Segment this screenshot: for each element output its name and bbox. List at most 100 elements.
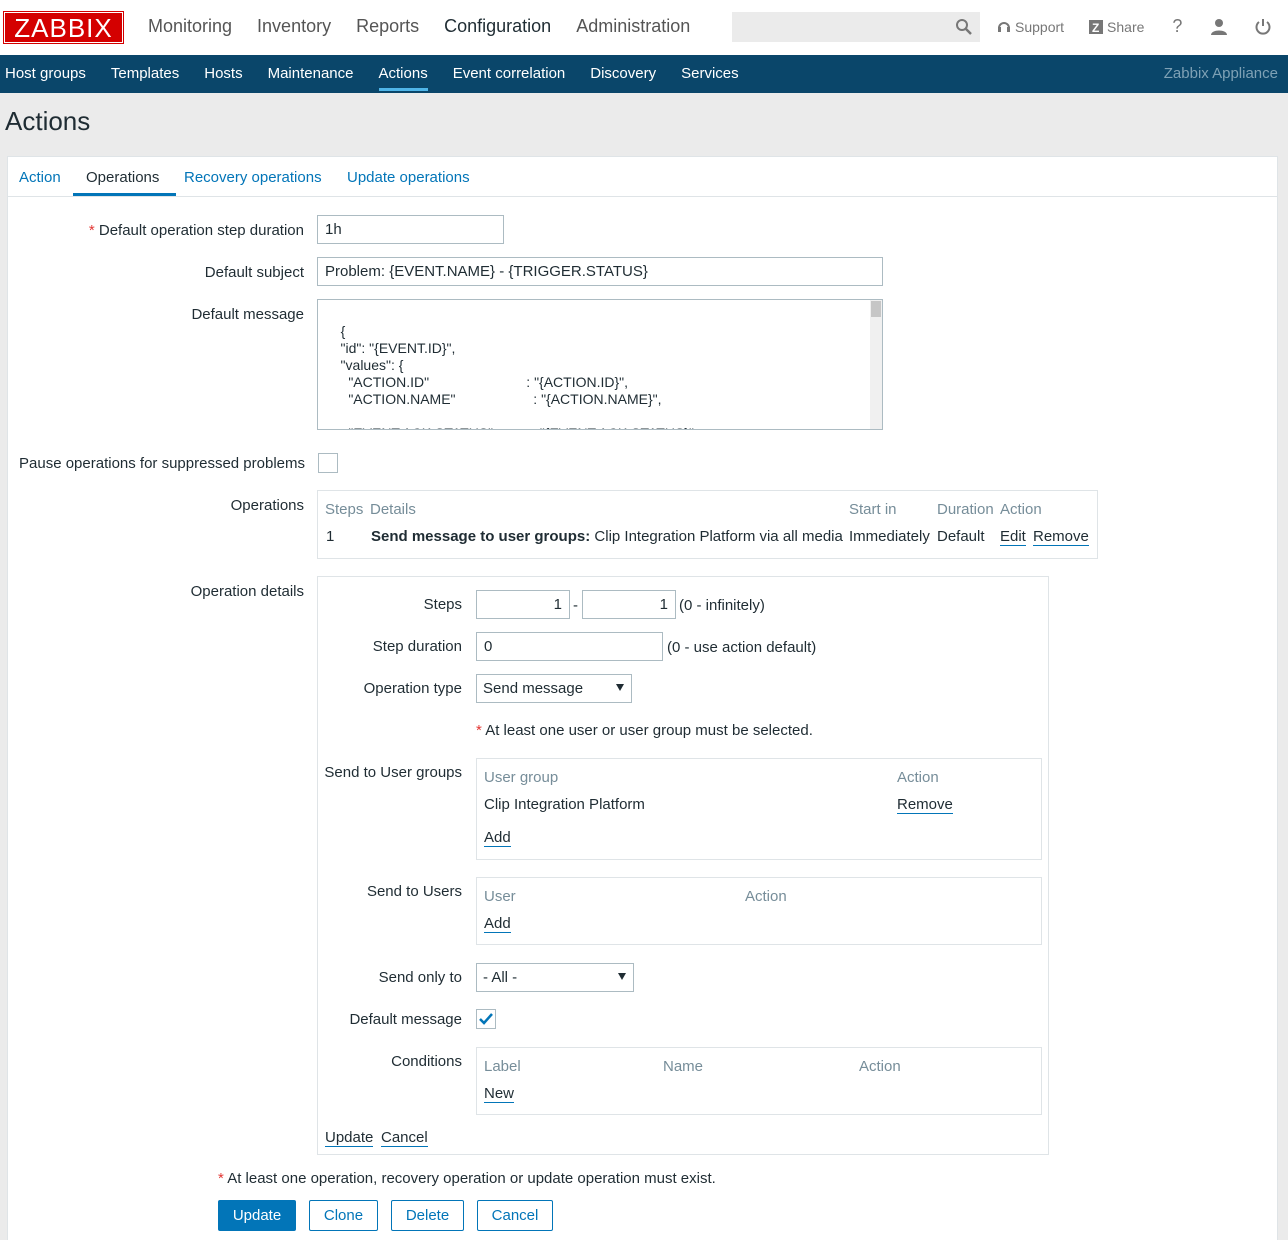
- svg-text:Z: Z: [1092, 21, 1099, 35]
- tab-recovery-operations[interactable]: Recovery operations: [184, 169, 322, 186]
- default-subject-label: Default subject: [204, 264, 304, 281]
- step-duration-label-detail: Step duration: [372, 638, 462, 655]
- support-link[interactable]: Support: [996, 19, 1064, 35]
- operations-label: Operations: [230, 497, 304, 514]
- column-label: Label: [484, 1058, 521, 1075]
- subnav-actions[interactable]: Actions: [378, 65, 428, 91]
- menu-administration[interactable]: Administration: [576, 16, 690, 37]
- user-group-name: Clip Integration Platform: [484, 796, 645, 813]
- user-profile-icon[interactable]: [1210, 18, 1228, 36]
- operation-required-warning: * At least one operation, recovery opera…: [218, 1170, 716, 1187]
- column-user-action: Action: [745, 888, 787, 905]
- dropdown-arrow-icon: [616, 684, 624, 691]
- power-icon[interactable]: [1254, 18, 1272, 36]
- update-operation-link[interactable]: Update: [325, 1129, 374, 1147]
- send-only-to-select[interactable]: - All -: [476, 963, 634, 992]
- column-user: User: [484, 888, 516, 905]
- remove-user-group-link[interactable]: Remove: [897, 796, 953, 814]
- steps-hint: (0 - infinitely): [679, 597, 765, 614]
- appliance-label: Zabbix Appliance: [1163, 65, 1278, 82]
- default-step-duration-input[interactable]: 1h: [317, 215, 504, 244]
- steps-to-input[interactable]: 1: [582, 590, 676, 619]
- send-to-users-label: Send to Users: [366, 883, 462, 900]
- help-icon[interactable]: ?: [1172, 16, 1182, 37]
- subnav-event-correlation[interactable]: Event correlation: [453, 65, 566, 91]
- pause-suppressed-label: Pause operations for suppressed problems: [19, 455, 305, 472]
- top-icons: Support Z Share ?: [996, 16, 1272, 37]
- menu-inventory[interactable]: Inventory: [257, 16, 331, 37]
- column-steps: Steps: [325, 501, 364, 518]
- operation-start-in: Immediately: [849, 528, 930, 545]
- send-to-user-groups-label: Send to User groups: [324, 764, 462, 781]
- steps-label: Steps: [423, 596, 462, 613]
- required-marker: *: [88, 222, 95, 239]
- subnav-discovery[interactable]: Discovery: [590, 65, 656, 91]
- subnav-host-groups[interactable]: Host groups: [5, 65, 86, 91]
- step-duration-label: * Default operation step duration: [88, 222, 304, 239]
- column-details: Details: [370, 501, 416, 518]
- top-bar: ZABBIX Monitoring Inventory Reports Conf…: [0, 0, 1288, 55]
- search-icon[interactable]: [955, 18, 973, 36]
- column-start-in: Start in: [849, 501, 897, 518]
- scrollbar-thumb[interactable]: [871, 301, 881, 317]
- column-user-group: User group: [484, 769, 559, 786]
- textarea-scrollbar[interactable]: [870, 300, 882, 429]
- support-label: Support: [1015, 18, 1065, 35]
- column-name: Name: [663, 1058, 704, 1075]
- cancel-button[interactable]: Cancel: [477, 1200, 553, 1231]
- tab-update-operations[interactable]: Update operations: [347, 169, 470, 186]
- tab-bar: Action Operations Recovery operations Up…: [8, 157, 1277, 197]
- clone-button[interactable]: Clone: [309, 1200, 378, 1231]
- add-user-link[interactable]: Add: [484, 915, 511, 933]
- step-duration-input[interactable]: 0: [476, 632, 663, 661]
- cancel-operation-link[interactable]: Cancel: [381, 1129, 428, 1147]
- search-input[interactable]: [732, 12, 980, 42]
- action-form-panel: Action Operations Recovery operations Up…: [7, 156, 1278, 1240]
- steps-separator: -: [573, 597, 578, 614]
- remove-operation-link[interactable]: Remove: [1033, 528, 1089, 546]
- default-message-checkbox-label: Default message: [349, 1011, 462, 1028]
- headset-icon: [998, 21, 1010, 32]
- subnav-maintenance[interactable]: Maintenance: [268, 65, 354, 91]
- step-duration-hint: (0 - use action default): [667, 639, 817, 656]
- page-title: Actions: [5, 106, 91, 136]
- operation-step: 1: [326, 528, 335, 545]
- pause-suppressed-checkbox[interactable]: [318, 453, 338, 473]
- default-message-label: Default message: [191, 306, 304, 323]
- subnav-hosts[interactable]: Hosts: [204, 65, 242, 91]
- send-only-to-label: Send only to: [378, 969, 462, 986]
- column-duration: Duration: [937, 501, 994, 518]
- share-link[interactable]: Z Share: [1088, 19, 1144, 35]
- menu-reports[interactable]: Reports: [356, 16, 419, 37]
- delete-button[interactable]: Delete: [391, 1200, 464, 1231]
- operation-type-label: Operation type: [363, 680, 462, 697]
- tab-action[interactable]: Action: [19, 169, 61, 186]
- menu-configuration[interactable]: Configuration: [444, 16, 551, 37]
- operations-table: Steps Details Start in Duration Action 1…: [317, 490, 1098, 559]
- active-tab-indicator: [73, 193, 176, 196]
- column-user-group-action: Action: [897, 769, 939, 786]
- dropdown-arrow-icon: [618, 973, 626, 980]
- checkmark-icon: [479, 1013, 493, 1025]
- update-button[interactable]: Update: [218, 1200, 296, 1231]
- tab-operations[interactable]: Operations: [86, 169, 159, 186]
- operation-details-label: Operation details: [190, 583, 304, 600]
- default-message-textarea[interactable]: { "id": "{EVENT.ID}", "values": { "ACTIO…: [317, 299, 883, 430]
- default-message-text: { "id": "{EVENT.ID}", "values": { "ACTIO…: [340, 323, 698, 429]
- zabbix-logo[interactable]: ZABBIX: [3, 11, 124, 44]
- user-groups-table: User group Action Clip Integration Platf…: [476, 758, 1042, 860]
- steps-from-input[interactable]: 1: [476, 590, 570, 619]
- zabbix-share-icon: Z: [1089, 19, 1104, 35]
- menu-monitoring[interactable]: Monitoring: [148, 16, 232, 37]
- default-subject-input[interactable]: Problem: {EVENT.NAME} - {TRIGGER.STATUS}: [317, 257, 883, 286]
- new-condition-link[interactable]: New: [484, 1085, 515, 1103]
- subnav-services[interactable]: Services: [681, 65, 739, 91]
- column-condition-action: Action: [859, 1058, 901, 1075]
- subnav-templates[interactable]: Templates: [111, 65, 179, 91]
- operation-type-select[interactable]: Send message: [476, 674, 632, 703]
- add-user-group-link[interactable]: Add: [484, 829, 511, 847]
- default-message-checkbox[interactable]: [476, 1009, 496, 1029]
- main-menu: Monitoring Inventory Reports Configurati…: [148, 16, 690, 37]
- users-table: User Action Add: [476, 877, 1042, 945]
- edit-operation-link[interactable]: Edit: [1000, 528, 1026, 546]
